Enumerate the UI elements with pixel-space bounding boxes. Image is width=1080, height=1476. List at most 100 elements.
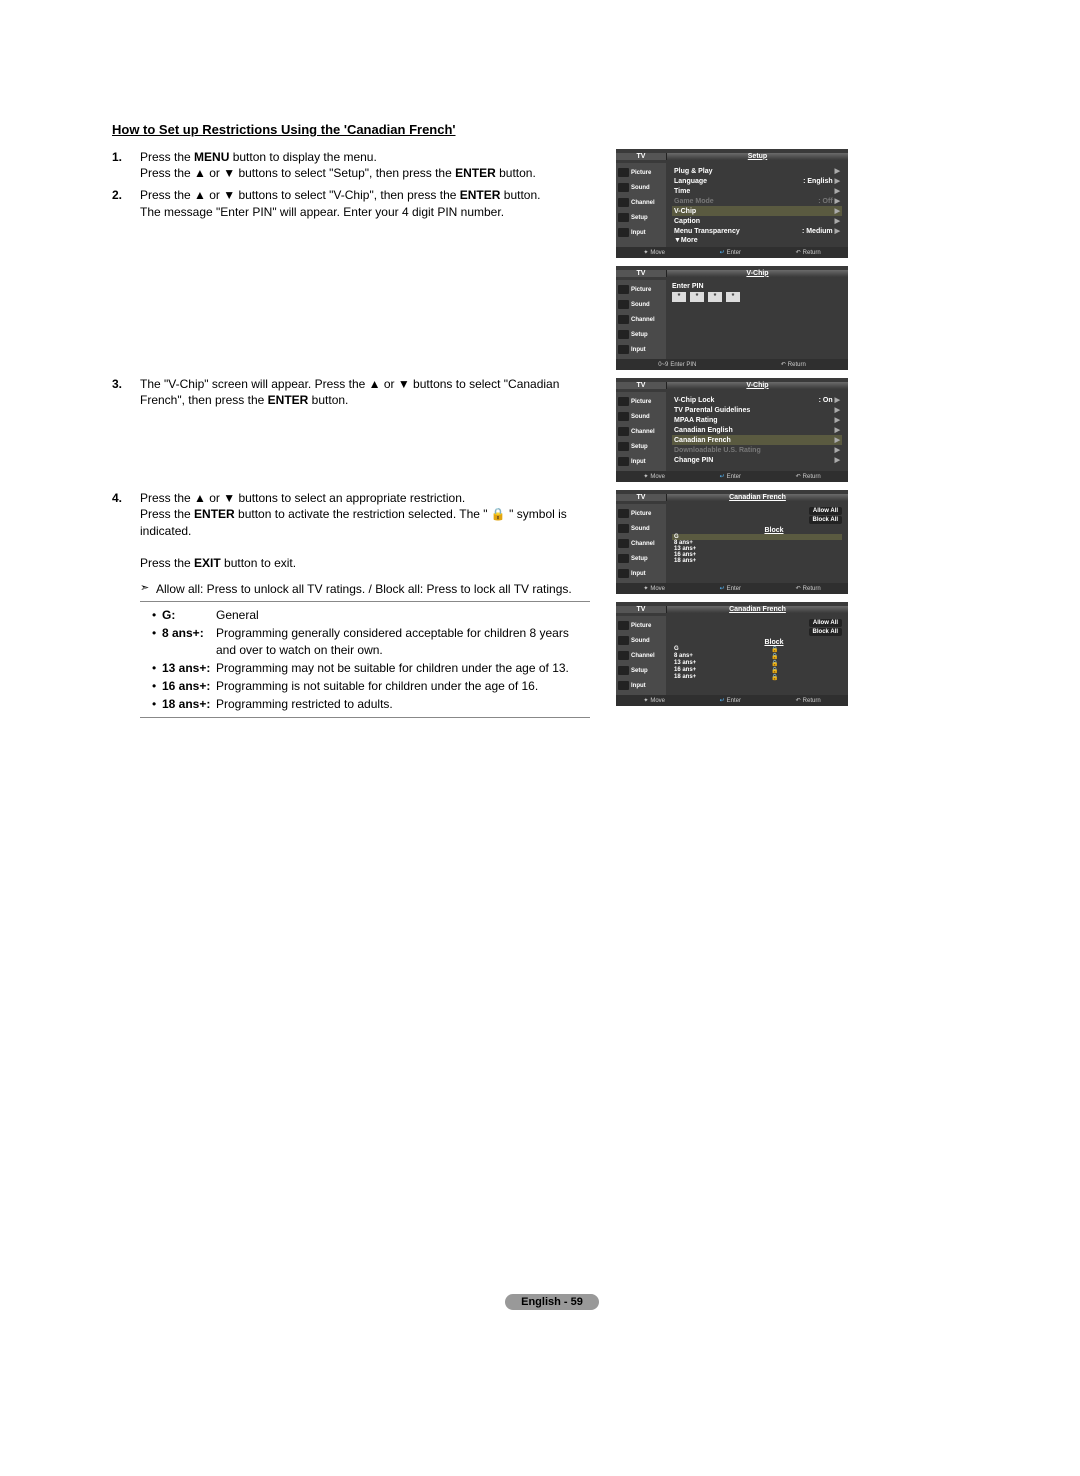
menu-row: MPAA Rating ▶ <box>672 415 842 425</box>
screenshots-column: TV Setup PictureSoundChannelSetupInput P… <box>616 149 848 724</box>
move-icon <box>643 249 648 256</box>
menu-icon <box>618 168 629 177</box>
sidebar-item: Setup <box>616 327 666 342</box>
step-2: 2. Press the ▲ or ▼ buttons to select "V… <box>112 187 590 219</box>
sidebar-item: Channel <box>616 195 666 210</box>
menu-row: Change PIN ▶ <box>672 455 842 465</box>
sidebar-item: Channel <box>616 424 666 439</box>
step-1: 1. Press the MENU button to display the … <box>112 149 590 181</box>
allow-all-button: Allow All <box>809 507 842 515</box>
sidebar-item: Picture <box>616 165 666 180</box>
menu-icon <box>618 681 629 690</box>
sidebar-item: Input <box>616 566 666 581</box>
block-all-button: Block All <box>809 628 842 636</box>
menu-row: V-Chip Lock: On ▶ <box>672 395 842 405</box>
menu-icon <box>618 636 629 645</box>
menu-icon <box>618 213 629 222</box>
sidebar-item: Channel <box>616 312 666 327</box>
menu-icon <box>618 651 629 660</box>
return-icon <box>796 585 801 592</box>
sidebar-item: Sound <box>616 633 666 648</box>
menu-icon <box>618 345 629 354</box>
menu-icon <box>618 315 629 324</box>
rating-row: 13 ans+ <box>672 660 842 667</box>
menu-icon <box>618 228 629 237</box>
enter-icon <box>720 585 725 592</box>
page-title: How to Set up Restrictions Using the 'Ca… <box>112 122 992 137</box>
digits-icon <box>658 362 668 368</box>
rating-row: 18 ans+ <box>672 558 842 564</box>
sidebar-item: Sound <box>616 180 666 195</box>
step-4: 4. Press the ▲ or ▼ buttons to select an… <box>112 490 590 718</box>
sidebar-item: Channel <box>616 648 666 663</box>
sidebar-item: Setup <box>616 663 666 678</box>
menu-icon <box>618 457 629 466</box>
menu-icon <box>618 524 629 533</box>
enter-icon <box>720 697 725 704</box>
sidebar-item: Sound <box>616 297 666 312</box>
rating-row: 8 ans+ <box>672 653 842 660</box>
menu-icon <box>618 554 629 563</box>
rating-row: G <box>672 646 842 653</box>
move-icon <box>643 697 648 704</box>
menu-icon <box>618 509 629 518</box>
sidebar-item: Input <box>616 454 666 469</box>
sidebar-item: Input <box>616 342 666 357</box>
menu-icon <box>618 412 629 421</box>
sidebar-item: Picture <box>616 506 666 521</box>
sidebar-item: Picture <box>616 618 666 633</box>
note: Allow all: Press to unlock all TV rating… <box>140 581 590 597</box>
menu-icon <box>618 285 629 294</box>
enter-pin-label: Enter PIN <box>672 283 842 290</box>
menu-icon <box>618 569 629 578</box>
sidebar-item: Channel <box>616 536 666 551</box>
sidebar-item: Picture <box>616 394 666 409</box>
menu-icon <box>618 666 629 675</box>
step-3: 3. The "V-Chip" screen will appear. Pres… <box>112 376 590 408</box>
return-icon <box>796 249 801 256</box>
sidebar-item: Input <box>616 225 666 240</box>
page-footer: English - 59 <box>112 1294 992 1310</box>
sidebar-item: Setup <box>616 210 666 225</box>
move-icon <box>643 473 648 480</box>
osd-canadian-french-locked: TV Canadian French PictureSoundChannelSe… <box>616 602 848 706</box>
menu-row: Language: English ▶ <box>672 176 842 186</box>
enter-icon <box>720 473 725 480</box>
menu-row: Menu Transparency: Medium ▶ <box>672 226 842 236</box>
menu-row: Downloadable U.S. Rating ▶ <box>672 445 842 455</box>
return-icon <box>796 473 801 480</box>
lock-icon: 🔒 <box>491 507 506 521</box>
menu-row: Game Mode: Off ▶ <box>672 196 842 206</box>
menu-icon <box>618 427 629 436</box>
instructions-column: 1. Press the MENU button to display the … <box>112 149 590 724</box>
menu-row: TV Parental Guidelines ▶ <box>672 405 842 415</box>
rating-row: 18 ans+ <box>672 674 842 681</box>
menu-icon <box>618 183 629 192</box>
return-icon <box>781 361 786 368</box>
sidebar-item: Sound <box>616 521 666 536</box>
sidebar-item: Setup <box>616 551 666 566</box>
menu-row: V-Chip ▶ <box>672 206 842 216</box>
menu-icon <box>618 442 629 451</box>
menu-row: Canadian English ▶ <box>672 425 842 435</box>
osd-sidebar: PictureSoundChannelSetupInput <box>616 163 666 247</box>
menu-icon <box>618 621 629 630</box>
osd-canadian-french: TV Canadian French PictureSoundChannelSe… <box>616 490 848 594</box>
menu-row: Time ▶ <box>672 186 842 196</box>
menu-icon <box>618 198 629 207</box>
menu-icon <box>618 330 629 339</box>
osd-setup: TV Setup PictureSoundChannelSetupInput P… <box>616 149 848 258</box>
sidebar-item: Picture <box>616 282 666 297</box>
osd-enter-pin: TV V-Chip PictureSoundChannelSetupInput … <box>616 266 848 370</box>
pin-input: **** <box>672 292 842 302</box>
menu-icon <box>618 539 629 548</box>
enter-icon <box>720 249 725 256</box>
menu-row: ▼More <box>672 236 842 245</box>
sidebar-item: Input <box>616 678 666 693</box>
menu-icon <box>618 300 629 309</box>
menu-row: Caption ▶ <box>672 216 842 226</box>
return-icon <box>796 697 801 704</box>
move-icon <box>643 585 648 592</box>
sidebar-item: Sound <box>616 409 666 424</box>
lock-icon <box>771 675 778 681</box>
